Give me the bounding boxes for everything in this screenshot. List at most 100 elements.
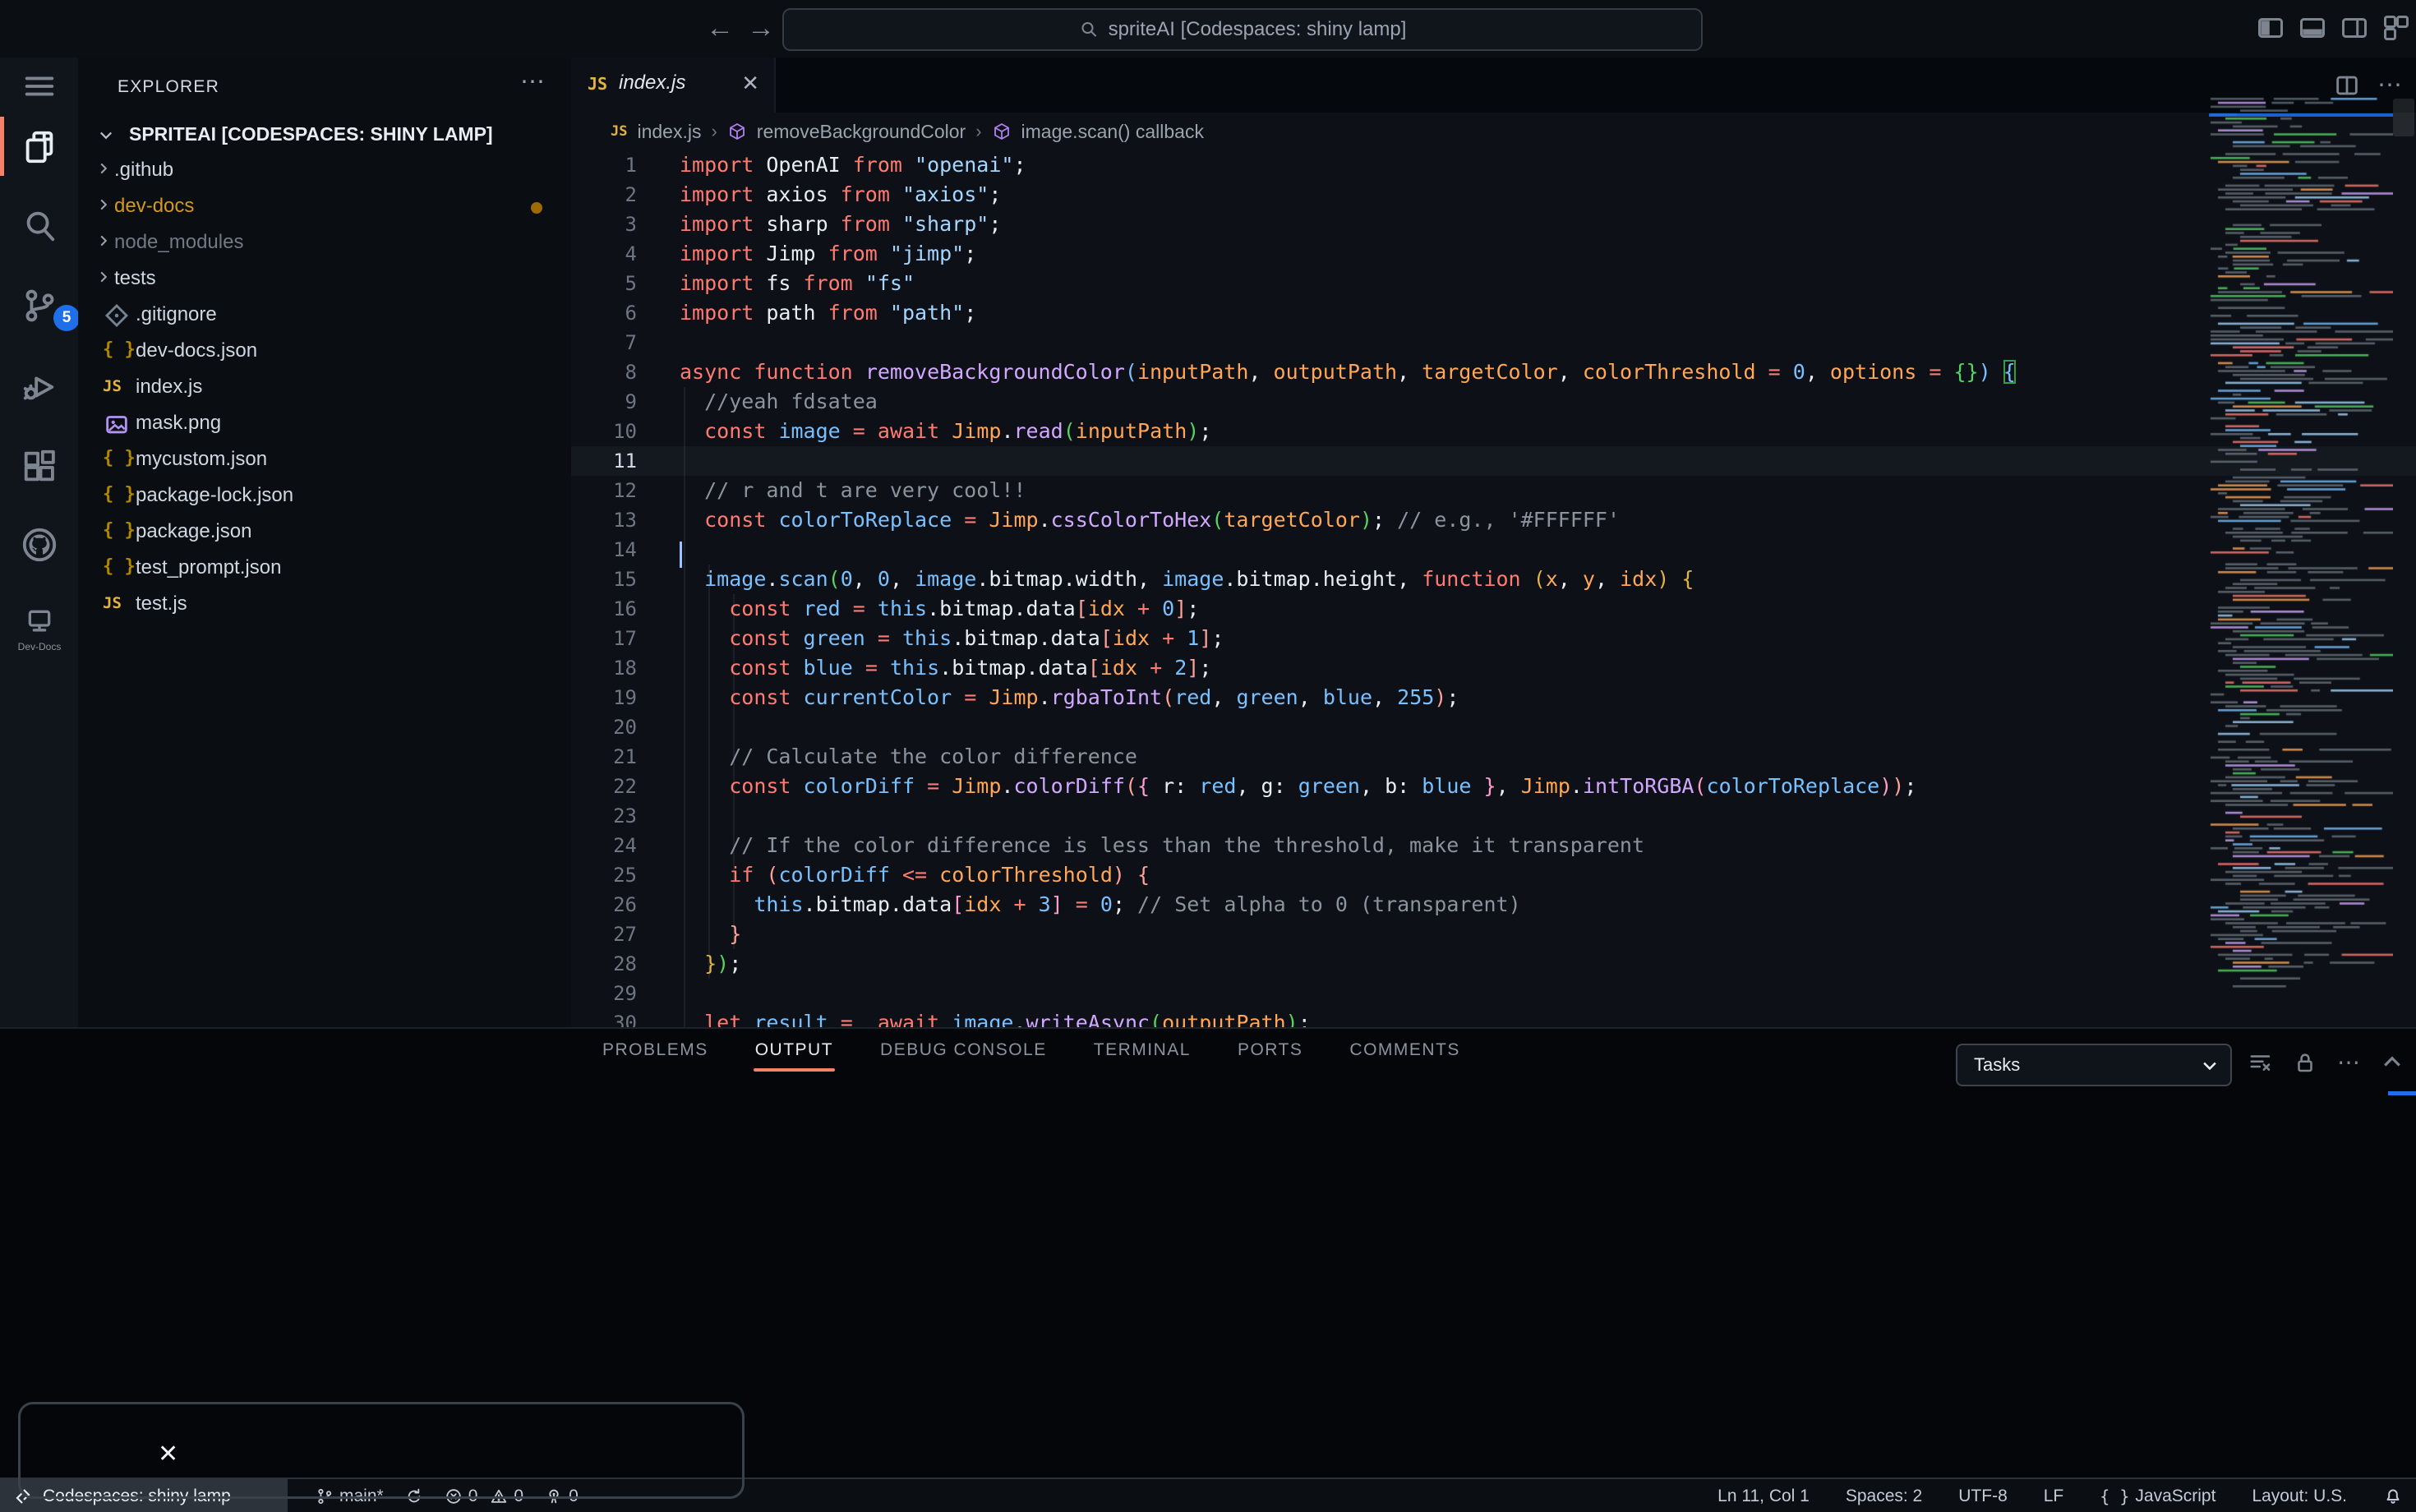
line-number[interactable]: 12 — [571, 476, 637, 505]
code-line-17[interactable]: 17 const green = this.bitmap.data[idx + … — [571, 624, 2416, 653]
sidebar-item-dev-docs[interactable]: Dev-Docs — [21, 605, 58, 643]
lock-icon[interactable] — [2293, 1050, 2317, 1075]
code-line-23[interactable]: 23 — [571, 801, 2416, 831]
toggle-secondary-sidebar-icon[interactable] — [2340, 13, 2369, 43]
menu-button[interactable] — [21, 67, 58, 105]
toggle-sidebar-icon[interactable] — [2256, 13, 2285, 43]
line-number[interactable]: 3 — [571, 210, 637, 239]
file-row-tests[interactable]: tests — [78, 261, 571, 297]
line-number[interactable]: 25 — [571, 860, 637, 890]
code-line-3[interactable]: 3import sharp from "sharp"; — [571, 210, 2416, 239]
panel-tab-comments[interactable]: COMMENTS — [1349, 1040, 1460, 1072]
line-number[interactable]: 13 — [571, 505, 637, 535]
toggle-panel-icon[interactable] — [2298, 13, 2327, 43]
code-line-11[interactable]: 11 — [571, 446, 2416, 476]
output-channel-dropdown[interactable]: Tasks — [1956, 1044, 2232, 1086]
code-line-12[interactable]: 12 // r and t are very cool!! — [571, 476, 2416, 505]
sync-status[interactable] — [405, 1487, 423, 1505]
panel-tab-debug-console[interactable]: DEBUG CONSOLE — [880, 1040, 1047, 1072]
sidebar-item-extensions[interactable] — [21, 447, 58, 485]
scrollbar-slider[interactable] — [2393, 99, 2414, 136]
eol[interactable]: LF — [2044, 1487, 2064, 1506]
problems-status[interactable]: 0 0 — [445, 1487, 523, 1506]
file-row-dev-docs-json[interactable]: { }dev-docs.json — [78, 334, 571, 370]
line-number[interactable]: 20 — [571, 712, 637, 742]
line-number[interactable]: 15 — [571, 565, 637, 594]
code-line-4[interactable]: 4import Jimp from "jimp"; — [571, 239, 2416, 269]
maximize-panel-icon[interactable] — [2381, 1051, 2404, 1074]
line-number[interactable]: 9 — [571, 387, 637, 417]
remote-indicator[interactable]: Codespaces: shiny lamp — [0, 1479, 288, 1512]
line-number[interactable]: 24 — [571, 831, 637, 860]
code-line-13[interactable]: 13 const colorToReplace = Jimp.cssColorT… — [571, 505, 2416, 535]
file-row-index-js[interactable]: JSindex.js — [78, 370, 571, 406]
sidebar-item-search[interactable] — [21, 207, 58, 245]
code-line-27[interactable]: 27 } — [571, 920, 2416, 949]
file-row--github[interactable]: .github — [78, 153, 571, 189]
panel-more-actions-icon[interactable]: ⋯ — [2337, 1049, 2361, 1076]
code-editor[interactable]: 1import OpenAI from "openai";2import axi… — [571, 150, 2416, 1027]
more-actions-icon[interactable]: ⋯ — [2377, 71, 2403, 99]
code-line-7[interactable]: 7 — [571, 328, 2416, 357]
code-line-22[interactable]: 22 const colorDiff = Jimp.colorDiff({ r:… — [571, 772, 2416, 801]
line-number[interactable]: 27 — [571, 920, 637, 949]
code-line-2[interactable]: 2import axios from "axios"; — [571, 180, 2416, 210]
code-line-21[interactable]: 21 // Calculate the color difference — [571, 742, 2416, 772]
indentation[interactable]: Spaces: 2 — [1846, 1487, 1922, 1506]
ports-status[interactable]: 0 — [545, 1487, 579, 1506]
sidebar-item-github[interactable] — [21, 526, 58, 564]
breadcrumb-file[interactable]: index.js — [637, 121, 701, 143]
panel-tab-ports[interactable]: PORTS — [1238, 1040, 1303, 1072]
minimap[interactable] — [2209, 96, 2393, 992]
file-row-mycustom-json[interactable]: { }mycustom.json — [78, 442, 571, 478]
language-mode[interactable]: { } JavaScript — [2100, 1487, 2215, 1506]
code-line-19[interactable]: 19 const currentColor = Jimp.rgbaToInt(r… — [571, 683, 2416, 712]
file-row-test-prompt-json[interactable]: { }test_prompt.json — [78, 551, 571, 587]
code-line-25[interactable]: 25 if (colorDiff <= colorThreshold) { — [571, 860, 2416, 890]
bell-icon[interactable] — [2383, 1487, 2403, 1506]
cursor-position[interactable]: Ln 11, Col 1 — [1717, 1487, 1810, 1506]
code-line-14[interactable]: 14 — [571, 535, 2416, 565]
branch-status[interactable]: main* — [316, 1487, 384, 1506]
sidebar-item-explorer[interactable] — [21, 128, 58, 166]
breadcrumb-symbol[interactable]: removeBackgroundColor — [757, 121, 966, 143]
line-number[interactable]: 29 — [571, 979, 637, 1008]
line-number[interactable]: 4 — [571, 239, 637, 269]
line-number[interactable]: 10 — [571, 417, 637, 446]
file-row-mask-png[interactable]: mask.png — [78, 406, 571, 442]
panel-tab-output[interactable]: OUTPUT — [755, 1040, 833, 1072]
breadcrumb-callback[interactable]: image.scan() callback — [1021, 121, 1204, 143]
code-line-18[interactable]: 18 const blue = this.bitmap.data[idx + 2… — [571, 653, 2416, 683]
line-number[interactable]: 14 — [571, 535, 637, 565]
line-number[interactable]: 17 — [571, 624, 637, 653]
file-row-package-lock-json[interactable]: { }package-lock.json — [78, 478, 571, 514]
line-number[interactable]: 23 — [571, 801, 637, 831]
line-number[interactable]: 5 — [571, 269, 637, 298]
file-row-test-js[interactable]: JStest.js — [78, 587, 571, 623]
line-number[interactable]: 28 — [571, 949, 637, 979]
code-line-28[interactable]: 28 }); — [571, 949, 2416, 979]
sidebar-item-run-debug[interactable] — [21, 368, 58, 406]
line-number[interactable]: 16 — [571, 594, 637, 624]
code-line-16[interactable]: 16 const red = this.bitmap.data[idx + 0]… — [571, 594, 2416, 624]
line-number[interactable]: 21 — [571, 742, 637, 772]
keyboard-layout[interactable]: Layout: U.S. — [2252, 1487, 2347, 1506]
file-row-node-modules[interactable]: node_modules — [78, 225, 571, 261]
views-and-more-actions-icon[interactable]: ⋯ — [520, 67, 546, 96]
forward-arrow-icon[interactable]: → — [745, 12, 777, 44]
line-number[interactable]: 11 — [571, 446, 637, 476]
encoding[interactable]: UTF-8 — [1958, 1487, 2008, 1506]
sidebar-item-source-control[interactable]: 5 — [21, 287, 58, 325]
code-line-8[interactable]: 8async function removeBackgroundColor(in… — [571, 357, 2416, 387]
code-line-10[interactable]: 10 const image = await Jimp.read(inputPa… — [571, 417, 2416, 446]
line-number[interactable]: 1 — [571, 150, 637, 180]
line-number[interactable]: 30 — [571, 1008, 637, 1027]
tab-index-js[interactable]: JS index.js ✕ — [571, 58, 776, 113]
line-number[interactable]: 18 — [571, 653, 637, 683]
line-number[interactable]: 2 — [571, 180, 637, 210]
code-line-24[interactable]: 24 // If the color difference is less th… — [571, 831, 2416, 860]
tab-close-icon[interactable]: ✕ — [741, 71, 759, 96]
back-arrow-icon[interactable]: ← — [703, 12, 736, 44]
code-line-9[interactable]: 9 //yeah fdsatea — [571, 387, 2416, 417]
command-center-search[interactable]: spriteAI [Codespaces: shiny lamp] — [782, 8, 1703, 51]
